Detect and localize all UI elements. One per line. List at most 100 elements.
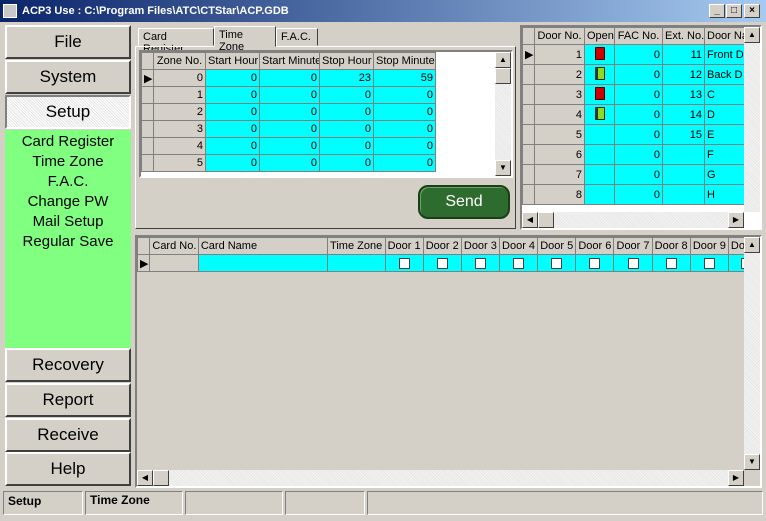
table-row[interactable]: 60F — [522, 144, 745, 165]
table-row[interactable]: 20000 — [141, 103, 436, 121]
col-door-5: Door 5 — [537, 237, 577, 255]
table-row[interactable]: 80H — [522, 184, 745, 205]
scroll-thumb[interactable] — [538, 212, 554, 228]
card-horizontal-scrollbar[interactable]: ◀ ▶ — [137, 470, 744, 486]
tab-fac[interactable]: F.A.C. — [276, 28, 318, 46]
col-door-no: Door No. — [534, 27, 585, 45]
window-title: ACP3 Use : C:\Program Files\ATC\CTStar\A… — [22, 5, 289, 17]
col-time-zone: Time Zone — [326, 237, 386, 255]
status-mid: Time Zone — [85, 491, 183, 515]
door-checkbox[interactable] — [703, 257, 715, 269]
menu-item-change-pw[interactable]: Change PW — [5, 192, 131, 212]
status-pane — [367, 491, 763, 515]
maximize-button[interactable]: □ — [726, 4, 742, 18]
file-button[interactable]: File — [5, 25, 131, 59]
scroll-right-icon[interactable]: ▶ — [728, 212, 744, 228]
menu-item-mail-setup[interactable]: Mail Setup — [5, 212, 131, 232]
door-checkbox[interactable] — [436, 257, 448, 269]
recovery-button[interactable]: Recovery — [5, 348, 131, 382]
col-ext-no: Ext. No. — [662, 27, 705, 45]
table-row[interactable]: ▶ 1 0 11 Front D — [522, 44, 745, 65]
door-checkbox[interactable] — [398, 257, 410, 269]
title-bar: ACP3 Use : C:\Program Files\ATC\CTStar\A… — [0, 0, 766, 22]
scroll-up-icon[interactable]: ▲ — [744, 237, 760, 253]
col-door-3: Door 3 — [460, 237, 500, 255]
scroll-right-icon[interactable]: ▶ — [728, 470, 744, 486]
table-row[interactable]: ▶ — [137, 254, 760, 272]
door-checkbox[interactable] — [665, 257, 677, 269]
card-grid: Card No. Card Name Time Zone Door 1 Door… — [135, 235, 762, 488]
scroll-up-icon[interactable]: ▲ — [744, 27, 760, 43]
col-door-8: Door 8 — [651, 237, 691, 255]
table-row[interactable]: 3 0 13 C — [522, 84, 745, 105]
table-row[interactable]: 5 0 15 E — [522, 124, 745, 145]
scroll-thumb[interactable] — [153, 470, 169, 486]
row-pointer-icon: ▶ — [137, 254, 151, 272]
status-pane — [185, 491, 283, 515]
system-button[interactable]: System — [5, 60, 131, 94]
receive-button[interactable]: Receive — [5, 418, 131, 452]
report-button[interactable]: Report — [5, 383, 131, 417]
door-closed-icon — [594, 86, 605, 100]
close-button[interactable]: × — [744, 4, 760, 18]
scroll-down-icon[interactable]: ▼ — [495, 160, 511, 176]
col-door-7: Door 7 — [613, 237, 653, 255]
menu-item-time-zone[interactable]: Time Zone — [5, 152, 131, 172]
door-open-icon — [594, 106, 605, 120]
table-row[interactable]: 30000 — [141, 120, 436, 138]
tz-vertical-scrollbar[interactable]: ▲ ▼ — [495, 52, 511, 176]
tab-time-zone[interactable]: Time Zone — [214, 26, 276, 53]
scroll-left-icon[interactable]: ◀ — [522, 212, 538, 228]
col-door-6: Door 6 — [575, 237, 615, 255]
col-door-4: Door 4 — [498, 237, 539, 255]
time-zone-grid: Zone No. Start Hour Start Minute Stop Ho… — [139, 50, 513, 178]
table-row[interactable]: 70G — [522, 164, 745, 185]
table-row[interactable]: 40000 — [141, 137, 436, 155]
door-checkbox[interactable] — [551, 257, 563, 269]
col-door-9: Door 9 — [689, 237, 729, 255]
menu-item-regular-save[interactable]: Regular Save — [5, 232, 131, 252]
status-pane — [285, 491, 365, 515]
setup-button[interactable]: Setup — [5, 95, 131, 129]
door-grid: Door No. Open FAC No. Ext. No. Door Na ▶… — [520, 25, 762, 230]
col-start-minute: Start Minute — [259, 52, 320, 70]
col-fac-no: FAC No. — [614, 27, 663, 45]
scroll-thumb[interactable] — [495, 68, 511, 84]
table-row[interactable]: 10000 — [141, 86, 436, 104]
col-stop-hour: Stop Hour — [319, 52, 374, 70]
col-door-1: Door 1 — [384, 237, 424, 255]
card-vertical-scrollbar[interactable]: ▲ ▼ — [744, 237, 760, 470]
door-checkbox[interactable] — [474, 257, 486, 269]
col-open: Open — [584, 27, 615, 45]
app-icon — [3, 4, 17, 18]
tab-card-register[interactable]: Card Register — [138, 28, 214, 55]
col-zone-no: Zone No. — [153, 52, 206, 70]
scroll-up-icon[interactable]: ▲ — [495, 52, 511, 68]
door-checkbox[interactable] — [627, 257, 639, 269]
help-button[interactable]: Help — [5, 452, 131, 486]
table-row[interactable]: 50000 — [141, 154, 436, 172]
scroll-left-icon[interactable]: ◀ — [137, 470, 153, 486]
scroll-down-icon[interactable]: ▼ — [744, 454, 760, 470]
status-left: Setup — [3, 491, 83, 515]
setup-menu: Card Register Time Zone F.A.C. Change PW… — [5, 130, 131, 348]
table-row[interactable]: ▶ 0 0 0 23 59 — [141, 69, 436, 87]
door-checkbox[interactable] — [513, 257, 525, 269]
door-vertical-scrollbar[interactable]: ▲ — [744, 27, 760, 212]
table-row[interactable]: 2 0 12 Back D — [522, 64, 745, 85]
col-card-name: Card Name — [197, 237, 328, 255]
col-start-hour: Start Hour — [205, 52, 260, 70]
table-row[interactable]: 4 0 14 D — [522, 104, 745, 125]
door-closed-icon — [594, 46, 605, 60]
col-card-no: Card No. — [149, 237, 199, 255]
row-pointer-icon: ▶ — [522, 44, 535, 65]
send-button[interactable]: Send — [418, 185, 510, 219]
minimize-button[interactable]: _ — [709, 4, 725, 18]
col-door-2: Door 2 — [422, 237, 462, 255]
menu-item-card-register[interactable]: Card Register — [5, 132, 131, 152]
col-stop-minute: Stop Minute — [373, 52, 436, 70]
menu-item-fac[interactable]: F.A.C. — [5, 172, 131, 192]
door-horizontal-scrollbar[interactable]: ◀ ▶ — [522, 212, 744, 228]
door-checkbox[interactable] — [589, 257, 601, 269]
col-door-name: Door Na — [704, 27, 745, 45]
